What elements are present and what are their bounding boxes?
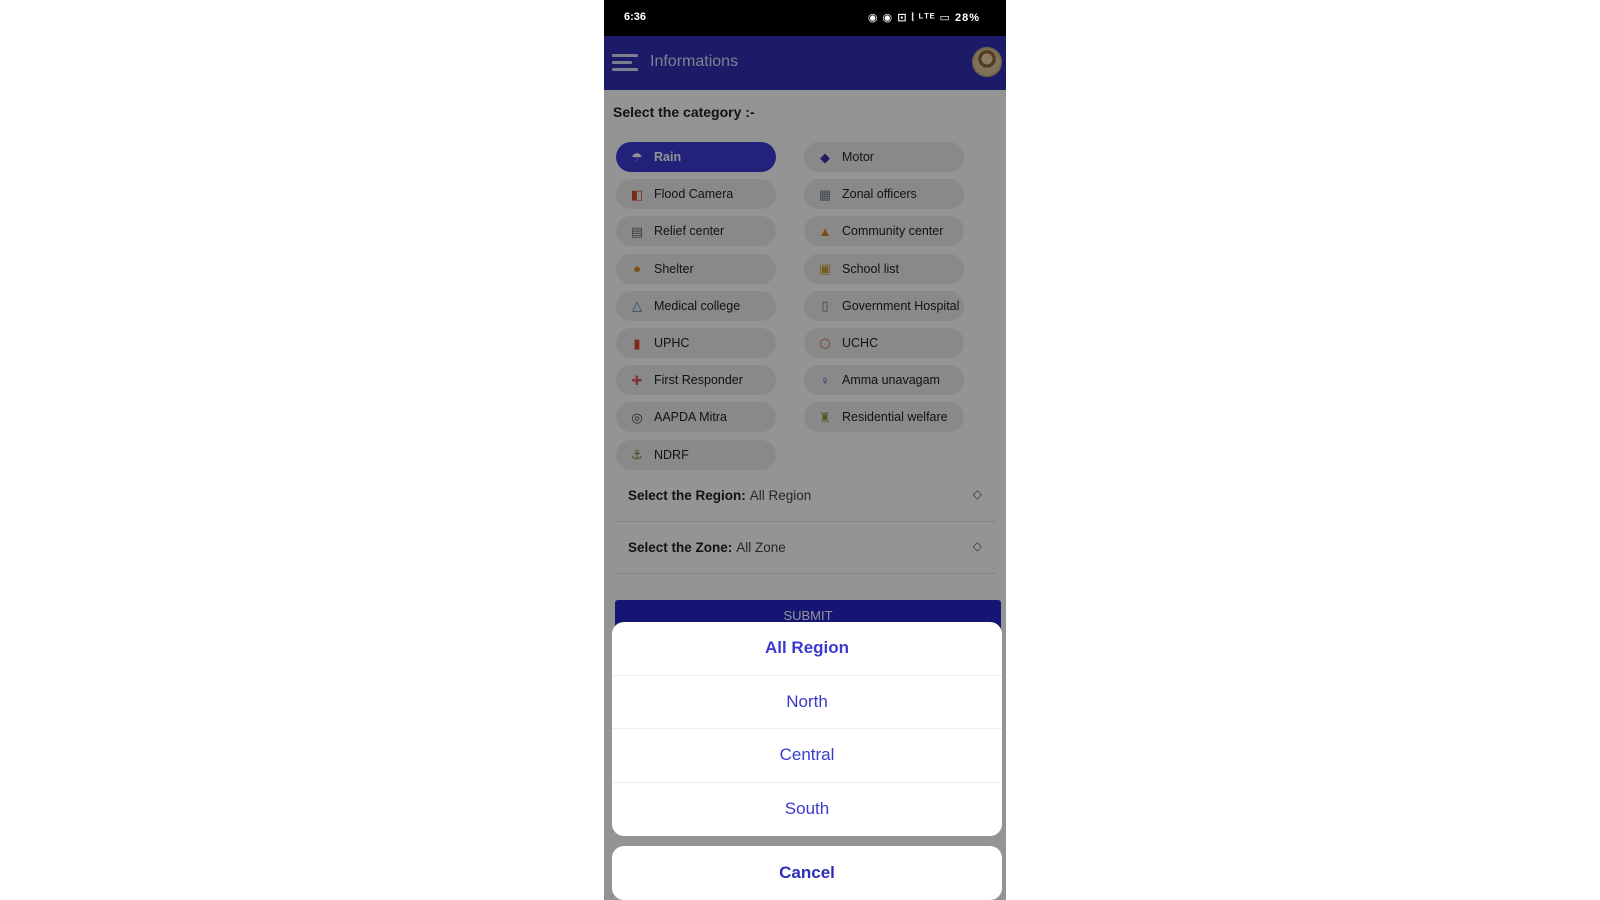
region-option[interactable]: North	[612, 676, 1002, 729]
status-bar: 6:36 ◉ ◉ ⊡ ⦚ ᴸᵀᴱ ▭ 28%	[604, 0, 1006, 36]
region-option[interactable]: All Region	[612, 622, 1002, 676]
phone-screen: 6:36 ◉ ◉ ⊡ ⦚ ᴸᵀᴱ ▭ 28% Informations Sele…	[604, 0, 1006, 900]
status-time: 6:36	[624, 11, 647, 23]
region-action-sheet: All Region North Central South	[612, 622, 1002, 836]
status-icons: ◉ ◉ ⊡ ⦚ ᴸᵀᴱ ▭ 28%	[867, 12, 980, 24]
region-option[interactable]: Central	[612, 729, 1002, 783]
region-option[interactable]: South	[612, 783, 1002, 837]
cancel-button[interactable]: Cancel	[612, 846, 1002, 900]
